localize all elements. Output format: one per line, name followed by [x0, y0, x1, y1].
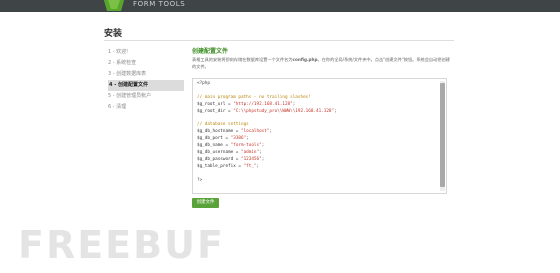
- logo-icon: [103, 0, 125, 11]
- code-root-url-var: $g_root_url =: [197, 101, 234, 107]
- code-db-username-val: "admin": [240, 150, 260, 156]
- top-bar: FORM TOOLS: [0, 0, 560, 12]
- description-text-1: 表格工具的安装将即刻存储在数据库设置一个文件名为: [192, 57, 293, 62]
- code-db-port-val: "3306": [230, 136, 247, 142]
- create-file-button[interactable]: 创建文件: [192, 198, 219, 208]
- install-steps-list: 1 - 欢迎! 2 - 系统检查 3 - 创建数据库表 4 - 创建配置文件 5…: [108, 47, 184, 113]
- step-system-check: 2 - 系统检查: [108, 60, 137, 66]
- page-title: 安装: [104, 29, 123, 39]
- code-table-prefix-var: $g_table_prefix =: [197, 163, 244, 169]
- code-db-hostname-var: $g_db_hostname =: [197, 129, 241, 135]
- step-create-config-file: 4 - 创建配置文件: [108, 80, 184, 91]
- code-root-url-val: "http://192.168.41.128": [233, 101, 293, 107]
- code-db-username-var: $g_db_username =: [197, 150, 241, 156]
- code-comment-db: // database settings: [197, 122, 249, 128]
- step-create-tables: 3 - 创建数据库表: [108, 71, 147, 77]
- step-welcome: 1 - 欢迎!: [108, 49, 129, 55]
- logo-text: FORM TOOLS: [133, 0, 186, 8]
- code-db-hostname-val: "localhost": [240, 129, 270, 135]
- code-db-name-var: $g_db_name =: [197, 143, 231, 149]
- code-db-port-var: $g_db_port =: [197, 136, 231, 142]
- config-code: <?php // main program paths - no trailin…: [197, 81, 337, 183]
- code-scrollbar[interactable]: [440, 81, 445, 191]
- section-title: 创建配置文件: [192, 48, 229, 55]
- section-description: 表格工具的安装将即刻存储在数据库设置一个文件名为config.php。在你的全局…: [192, 56, 450, 70]
- code-table-prefix-val: "ft_": [243, 163, 257, 169]
- code-db-password-var: $g_db_password =: [197, 156, 241, 162]
- config-filename: config.php: [292, 57, 318, 62]
- code-close-tag: ?>: [197, 177, 203, 183]
- code-scrollbar-thumb[interactable]: [440, 83, 445, 187]
- code-root-dir-var: $g_root_dir =: [197, 108, 234, 114]
- freebuf-watermark: FREEBUF: [18, 223, 225, 267]
- code-open-tag: <?php: [197, 81, 210, 86]
- step-cleanup: 6 - 清理: [108, 104, 127, 110]
- config-code-textarea[interactable]: <?php // main program paths - no trailin…: [192, 78, 447, 194]
- code-db-password-val: "123456": [240, 156, 262, 162]
- step-create-admin: 5 - 创建管理员帐户: [108, 93, 152, 99]
- title-divider: [104, 40, 454, 41]
- code-comment-paths: // main program paths - no trailing slas…: [197, 94, 311, 100]
- code-db-name-val: "form-tools": [230, 143, 262, 149]
- code-root-dir-val: "C:\\phpstudy_pro\\WWW\\192.168.41.128": [233, 108, 335, 114]
